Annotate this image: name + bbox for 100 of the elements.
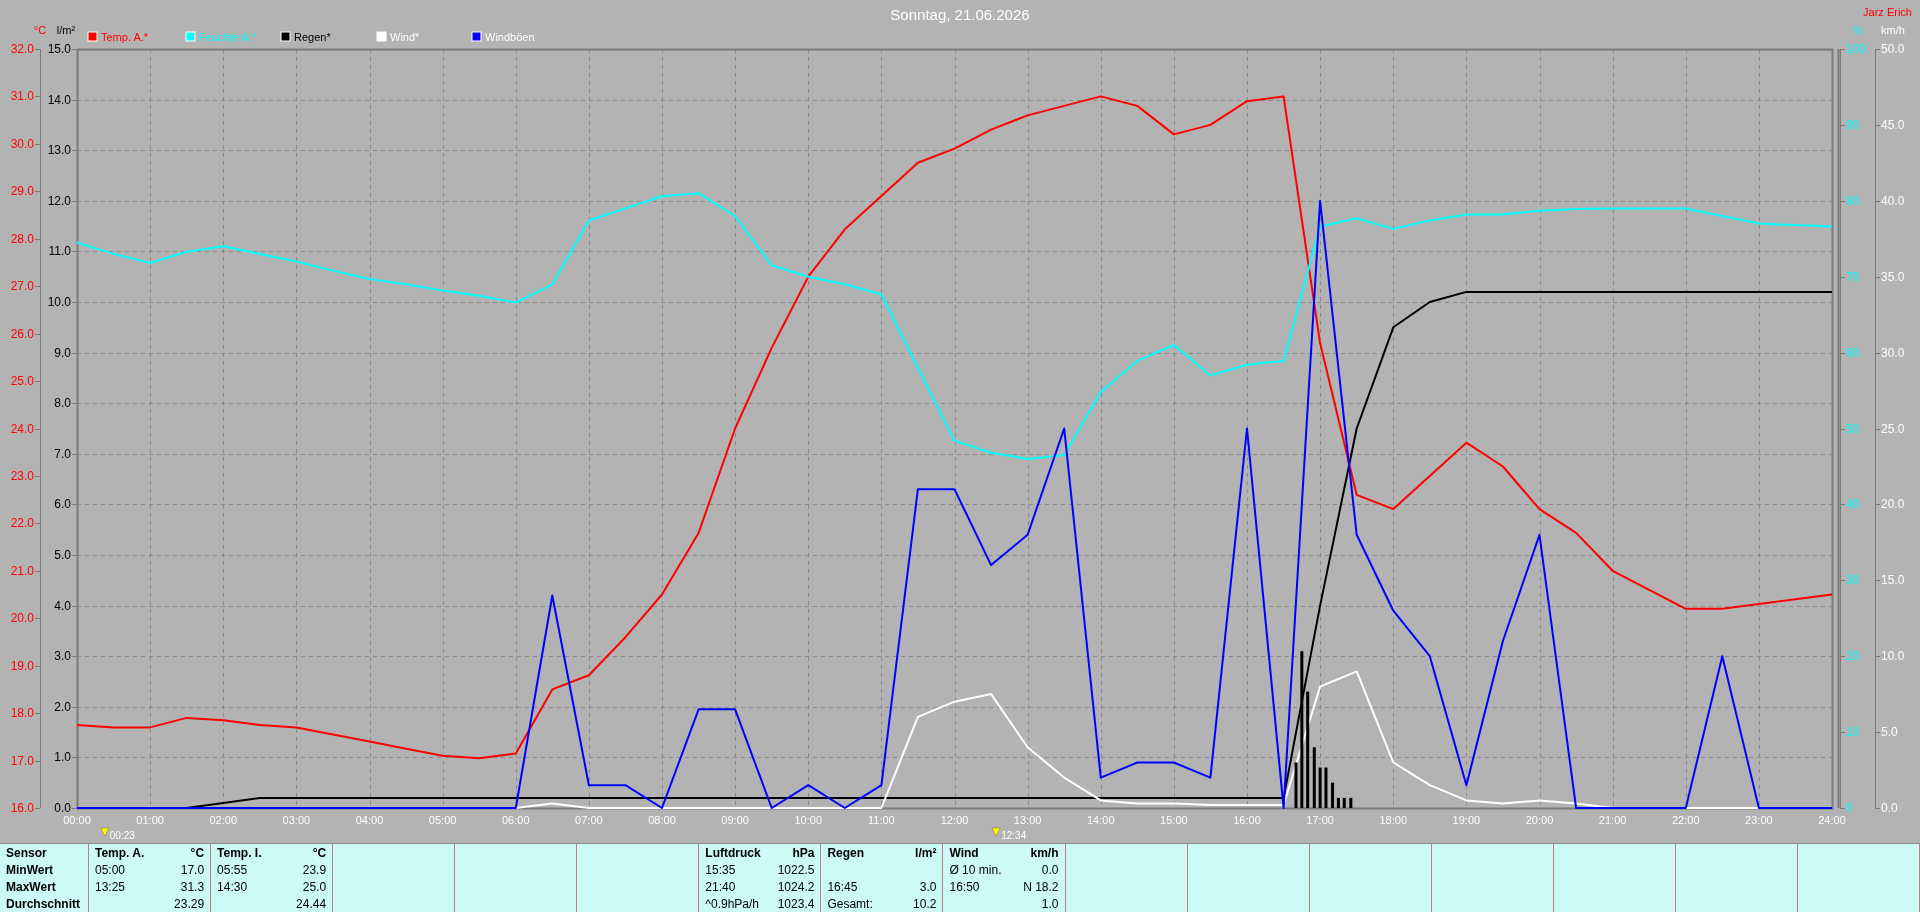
legend-label: Windböen xyxy=(485,31,535,43)
column-header: Regen xyxy=(827,845,865,860)
table-cell: 15:35 xyxy=(705,862,736,877)
table-cell: 25.0 xyxy=(302,879,327,894)
y-axis-label: 28.0 xyxy=(10,231,34,246)
table-cell: N 18.2 xyxy=(1023,879,1059,894)
table-cell: Ø 10 min. xyxy=(949,862,1002,877)
x-axis-label: 12:00 xyxy=(940,814,969,826)
x-axis-label: 13:00 xyxy=(1013,814,1042,826)
y-axis-label: 4.0 xyxy=(54,598,71,613)
legend-label: Regen* xyxy=(294,31,331,43)
axis-unit: km/h xyxy=(1881,24,1905,36)
y-axis-label: 60 xyxy=(1846,345,1860,360)
column-header: Temp. A. xyxy=(95,845,145,860)
column-header: Wind xyxy=(949,845,979,860)
table-cell: 1023.4 xyxy=(777,896,815,911)
y-axis-label: 31.0 xyxy=(10,89,34,104)
y-axis-label: 6.0 xyxy=(54,497,71,512)
y-axis-label: 10.0 xyxy=(1881,649,1905,664)
table-cell: 31.3 xyxy=(180,879,205,894)
row-header: MinWert xyxy=(6,862,54,877)
y-axis-label: 22.0 xyxy=(10,516,34,531)
y-axis-label: 3.0 xyxy=(54,649,71,664)
table-cell: 23.9 xyxy=(302,862,327,877)
x-axis-label: 03:00 xyxy=(282,814,311,826)
y-axis-label: 0.0 xyxy=(1881,801,1898,815)
legend-label: Temp. A.* xyxy=(101,31,149,43)
column-header: Temp. I. xyxy=(217,845,262,860)
x-axis-label: 10:00 xyxy=(794,814,822,826)
y-axis-label: 90 xyxy=(1846,117,1860,132)
row-header: Sensor xyxy=(6,845,47,860)
y-axis-label: 17.0 xyxy=(10,753,34,768)
chart-title: Sonntag, 21.06.2026 xyxy=(890,6,1030,23)
y-axis-label: 35.0 xyxy=(1881,269,1905,284)
y-axis-label: 30.0 xyxy=(1881,345,1905,360)
y-axis-label: 16.0 xyxy=(10,801,34,815)
table-cell: Gesamt: xyxy=(827,896,873,911)
y-axis-label: 40 xyxy=(1846,497,1860,512)
x-axis-label: 06:00 xyxy=(502,814,530,826)
y-axis-label: 0.0 xyxy=(54,801,71,815)
y-axis-label: 20 xyxy=(1846,649,1860,664)
y-axis-label: 19.0 xyxy=(10,658,34,673)
x-axis-label: 17:00 xyxy=(1306,814,1334,826)
x-axis-label: 20:00 xyxy=(1525,814,1554,826)
table-cell: 14:30 xyxy=(217,879,248,894)
table-cell: 21:40 xyxy=(705,879,736,894)
y-axis-label: 45.0 xyxy=(1881,117,1905,132)
y-axis-label: 13.0 xyxy=(47,143,71,158)
y-axis-label: 100 xyxy=(1846,42,1867,56)
y-axis-label: 20.0 xyxy=(10,611,34,626)
x-axis-label: 14:00 xyxy=(1087,814,1115,826)
legend-label: Wind* xyxy=(390,31,420,43)
x-axis-label: 24:00 xyxy=(1818,814,1846,826)
y-axis-label: 50.0 xyxy=(1881,42,1905,56)
legend-label: Feuchte A.* xyxy=(199,31,256,43)
axis-unit: °C xyxy=(33,24,47,36)
x-axis-label: 01:00 xyxy=(136,814,164,826)
x-axis-label: 16:00 xyxy=(1233,814,1261,826)
table-cell: 10.2 xyxy=(913,896,937,911)
y-axis-label: 14.0 xyxy=(47,92,71,107)
marker-icon xyxy=(100,827,110,837)
marker-label: 12:34 xyxy=(1001,830,1027,841)
x-axis-label: 11:00 xyxy=(868,814,895,826)
marker-icon xyxy=(991,827,1001,837)
y-axis-label: 24.0 xyxy=(10,421,34,436)
author-label: Jarz Erich xyxy=(1863,6,1912,18)
y-axis-label: 27.0 xyxy=(10,279,34,294)
y-axis-label: 20.0 xyxy=(1881,497,1905,512)
row-header: Durchschnitt xyxy=(6,896,80,911)
y-axis-label: 21.0 xyxy=(10,563,34,578)
y-axis-label: 1.0 xyxy=(54,750,71,765)
x-axis-label: 07:00 xyxy=(575,814,603,826)
table-cell: 3.0 xyxy=(919,879,937,894)
y-axis-label: 30.0 xyxy=(10,136,34,151)
x-axis-label: 05:00 xyxy=(428,814,457,826)
table-cell: 1022.5 xyxy=(777,862,815,877)
y-axis-label: 40.0 xyxy=(1881,193,1905,208)
y-axis-label: 10 xyxy=(1846,725,1860,740)
x-axis-label: 19:00 xyxy=(1452,814,1481,826)
marker-label: 00:23 xyxy=(109,830,135,841)
unit-label: °C xyxy=(190,845,205,860)
y-axis-label: 32.0 xyxy=(10,42,34,56)
x-axis-label: 09:00 xyxy=(721,814,749,826)
table-cell: ^0.9hPa/h xyxy=(705,896,759,911)
column-header: Luftdruck xyxy=(705,845,761,860)
table-cell: 1024.2 xyxy=(777,879,815,894)
y-axis-label: 5.0 xyxy=(1881,725,1898,740)
table-cell: 24.44 xyxy=(296,896,327,911)
x-axis-label: 18:00 xyxy=(1379,814,1407,826)
y-axis-label: 5.0 xyxy=(54,548,71,562)
y-axis-label: 70 xyxy=(1846,269,1860,284)
x-axis-label: 08:00 xyxy=(648,814,676,826)
table-cell: 16:45 xyxy=(827,879,858,894)
y-axis-label: 50 xyxy=(1846,421,1860,436)
y-axis-label: 8.0 xyxy=(54,396,71,411)
unit-label: hPa xyxy=(792,845,815,860)
x-axis-label: 04:00 xyxy=(355,814,384,826)
y-axis-label: 26.0 xyxy=(10,326,34,341)
x-axis-label: 22:00 xyxy=(1672,814,1700,826)
table-cell: 23.29 xyxy=(174,896,205,911)
